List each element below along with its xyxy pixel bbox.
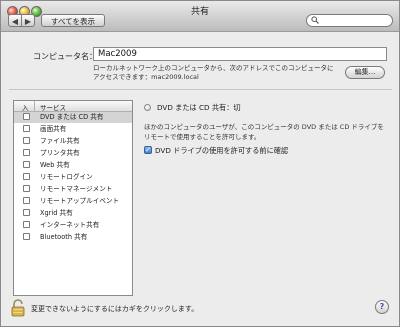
service-checkbox[interactable]: [23, 185, 30, 192]
lock-hint-text: 変更できないようにするにはカギをクリックします。: [31, 305, 199, 313]
service-row-xgrid[interactable]: Xgrid 共有: [14, 208, 132, 219]
service-description: ほかのコンピュータのユーザが、このコンピュータの DVD または CD ドライブ…: [144, 122, 389, 142]
service-status: DVD または CD 共有：切: [157, 103, 241, 112]
service-row-web[interactable]: Web 共有: [14, 160, 132, 171]
back-button[interactable]: ◀: [8, 14, 22, 27]
service-row-printer[interactable]: プリンタ共有: [14, 148, 132, 159]
status-indicator-icon: [144, 104, 151, 111]
computer-name-label: コンピュータ名：: [33, 52, 97, 61]
edit-button[interactable]: 編集...: [345, 66, 385, 79]
search-input[interactable]: [321, 15, 389, 26]
service-row-internet[interactable]: インターネット共有: [14, 220, 132, 231]
service-label: DVD または CD 共有: [40, 113, 104, 121]
service-row-bluetooth[interactable]: Bluetooth 共有: [14, 232, 132, 243]
service-checkbox[interactable]: [23, 173, 30, 180]
service-row-remote-apple-events[interactable]: リモートアップルイベント: [14, 196, 132, 207]
services-list-header: 入 サービス: [14, 101, 132, 112]
service-label: 画面共有: [40, 125, 67, 133]
lock-icon[interactable]: [11, 299, 25, 317]
service-checkbox[interactable]: [23, 209, 30, 216]
service-label: リモートログイン: [40, 173, 93, 181]
service-row-remote-management[interactable]: リモートマネージメント: [14, 184, 132, 195]
service-description-line1: ほかのコンピュータのユーザが、このコンピュータの DVD または CD ドライブ…: [144, 123, 384, 131]
computer-name-description-line2: アクセスできます：mac2009.local: [93, 73, 199, 81]
service-checkbox[interactable]: [23, 125, 30, 132]
service-checkbox[interactable]: [23, 161, 30, 168]
service-row-remote-login[interactable]: リモートログイン: [14, 172, 132, 183]
search-icon: [311, 16, 319, 27]
service-label: リモートアップルイベント: [40, 197, 120, 205]
computer-name-description-line1: ローカルネットワーク上のコンピュータから、次のアドレスでこのコンピュータに: [93, 64, 334, 72]
column-divider: [34, 101, 35, 111]
services-list[interactable]: 入 サービス DVD または CD 共有 画面共有 ファイル共有 プリンタ共有 …: [13, 100, 133, 296]
service-label: Web 共有: [40, 161, 70, 169]
help-button[interactable]: ?: [375, 300, 389, 314]
service-checkbox[interactable]: [23, 113, 30, 120]
show-all-button[interactable]: すべてを表示: [41, 14, 105, 27]
service-description-line2: リモートで使用することを許可します。: [144, 133, 261, 141]
computer-name-description: ローカルネットワーク上のコンピュータから、次のアドレスでこのコンピュータに アク…: [93, 64, 343, 82]
service-checkbox[interactable]: [23, 197, 30, 204]
computer-name-field[interactable]: Mac2009: [93, 47, 387, 61]
service-checkbox[interactable]: [23, 221, 30, 228]
service-label: インターネット共有: [40, 221, 100, 229]
service-label: リモートマネージメント: [40, 185, 113, 193]
service-label: Xgrid 共有: [40, 209, 73, 217]
search-box[interactable]: [306, 14, 393, 27]
service-label: Bluetooth 共有: [40, 233, 88, 241]
on-column-header[interactable]: 入: [22, 102, 29, 112]
service-label: プリンタ共有: [40, 149, 80, 157]
title-bar: 共有 ◀ ▶ すべてを表示: [1, 1, 399, 32]
service-column-header[interactable]: サービス: [40, 102, 66, 112]
confirm-before-use-checkbox[interactable]: ✓: [144, 146, 152, 154]
service-row-dvd-cd[interactable]: DVD または CD 共有: [14, 112, 132, 123]
divider: [9, 89, 392, 90]
forward-button[interactable]: ▶: [21, 14, 35, 27]
service-row-screen[interactable]: 画面共有: [14, 124, 132, 135]
confirm-before-use-label[interactable]: DVD ドライブの使用を許可する前に確認: [155, 146, 288, 156]
service-row-file[interactable]: ファイル共有: [14, 136, 132, 147]
service-checkbox[interactable]: [23, 137, 30, 144]
preferences-window: 共有 ◀ ▶ すべてを表示 コンピュータ名： Mac2009 ローカルネットワー…: [0, 0, 400, 327]
service-checkbox[interactable]: [23, 233, 30, 240]
service-label: ファイル共有: [40, 137, 80, 145]
service-checkbox[interactable]: [23, 149, 30, 156]
